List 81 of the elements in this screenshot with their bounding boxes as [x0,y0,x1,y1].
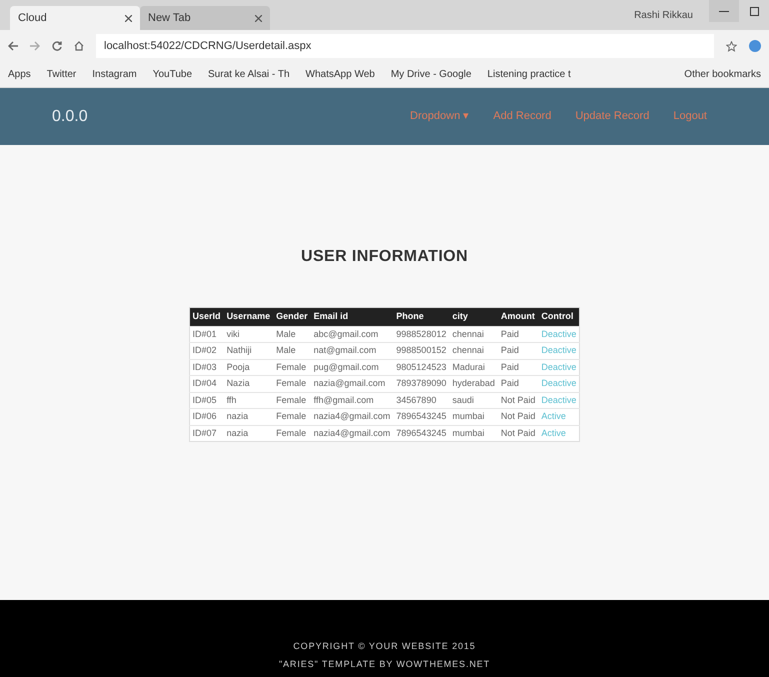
table-cell: ID#05 [189,392,224,408]
column-header: city [449,308,498,326]
table-cell: nazia4@gmail.com [310,408,394,425]
column-header: Phone [393,308,450,326]
table-cell: Paid [498,376,538,392]
table-cell: Paid [498,359,538,376]
table-cell: Male [273,342,311,359]
bookmark[interactable]: WhatsApp Web [306,67,375,82]
table-cell: abc@gmail.com [310,326,394,342]
bookmark[interactable]: Twitter [46,67,76,82]
table-cell: ID#04 [189,376,224,392]
table-cell: Male [273,326,311,342]
table-cell: nazia [224,408,274,425]
table-cell: Female [273,392,311,408]
back-icon[interactable] [8,41,18,51]
home-icon[interactable] [74,41,84,51]
table-cell: hyderabad [449,376,498,392]
table-cell: 9805124523 [393,359,450,376]
table-cell: Nazia [224,376,274,392]
bookmark[interactable]: Instagram [92,67,137,82]
table-cell: ffh@gmail.com [310,392,394,408]
table-cell: pug@gmail.com [310,359,394,376]
column-header: Control [538,308,580,326]
column-header: Email id [310,308,394,326]
close-icon[interactable] [125,14,132,22]
table-cell: 9988500152 [393,342,450,359]
table-cell: nat@gmail.com [310,342,394,359]
table-cell: ffh [224,392,274,408]
reload-icon[interactable] [52,41,62,51]
footer-text: "ARIES" TEMPLATE BY WOWTHEMES.NET [278,658,490,670]
footer-text: COPYRIGHT © YOUR WEBSITE 2015 [293,640,476,653]
table-cell: chennai [449,342,498,359]
browser-tab[interactable]: Cloud [10,6,140,30]
table-cell: Female [273,425,311,442]
table-cell: 34567890 [393,392,450,408]
column-header: Gender [273,308,311,326]
column-header: UserId [189,308,224,326]
table-cell: Paid [498,326,538,342]
bookmark[interactable]: Listening practice t [487,67,571,82]
table-cell: 7896543245 [393,425,450,442]
table-cell: Not Paid [498,392,538,408]
table-cell: 9988528012 [393,326,450,342]
table-cell: ID#02 [189,342,224,359]
table-cell: saudi [449,392,498,408]
other-bookmarks[interactable]: Other bookmarks [684,67,761,82]
column-header: Username [224,308,274,326]
bookmark[interactable]: My Drive - Google [390,67,472,82]
table-cell: Female [273,376,311,392]
table-cell: 7893789090 [393,376,450,392]
bookmark[interactable]: Apps [8,67,31,82]
table-cell: ID#03 [189,359,224,376]
table-cell: nazia@gmail.com [310,376,394,392]
table-cell: Not Paid [498,425,538,442]
bookmark[interactable]: Surat ke Alsai - Th [208,67,290,82]
brand-logo[interactable]: 0.0.0 [52,104,88,128]
column-header: Amount [498,308,538,326]
table-cell: viki [224,326,274,342]
table-cell: ID#06 [189,408,224,425]
table-cell: Paid [498,342,538,359]
table-cell: Female [273,408,311,425]
browser-tab[interactable]: New Tab [140,6,270,30]
table-cell: chennai [449,326,498,342]
address-bar[interactable]: localhost:54022/CDCRNG/Userdetail.aspx [96,34,714,58]
star-icon[interactable] [726,40,737,52]
extension-icon[interactable] [749,40,761,52]
table-cell: Madurai [449,359,498,376]
table-cell: Nathiji [224,342,274,359]
table-cell: Not Paid [498,408,538,425]
table-cell: 7896543245 [393,408,450,425]
table-cell: mumbai [449,425,498,442]
table-cell: ID#07 [189,425,224,442]
table-cell: nazia4@gmail.com [310,425,394,442]
page-title: USER INFORMATION [301,247,468,267]
table-cell: nazia [224,425,274,442]
table-cell: Pooja [224,359,274,376]
close-icon[interactable] [255,14,262,22]
table-cell: mumbai [449,408,498,425]
profile-name[interactable]: Rashi Rikkau [634,8,693,22]
table-cell: ID#01 [189,326,224,342]
table-cell: Female [273,359,311,376]
bookmark[interactable]: YouTube [152,67,192,82]
